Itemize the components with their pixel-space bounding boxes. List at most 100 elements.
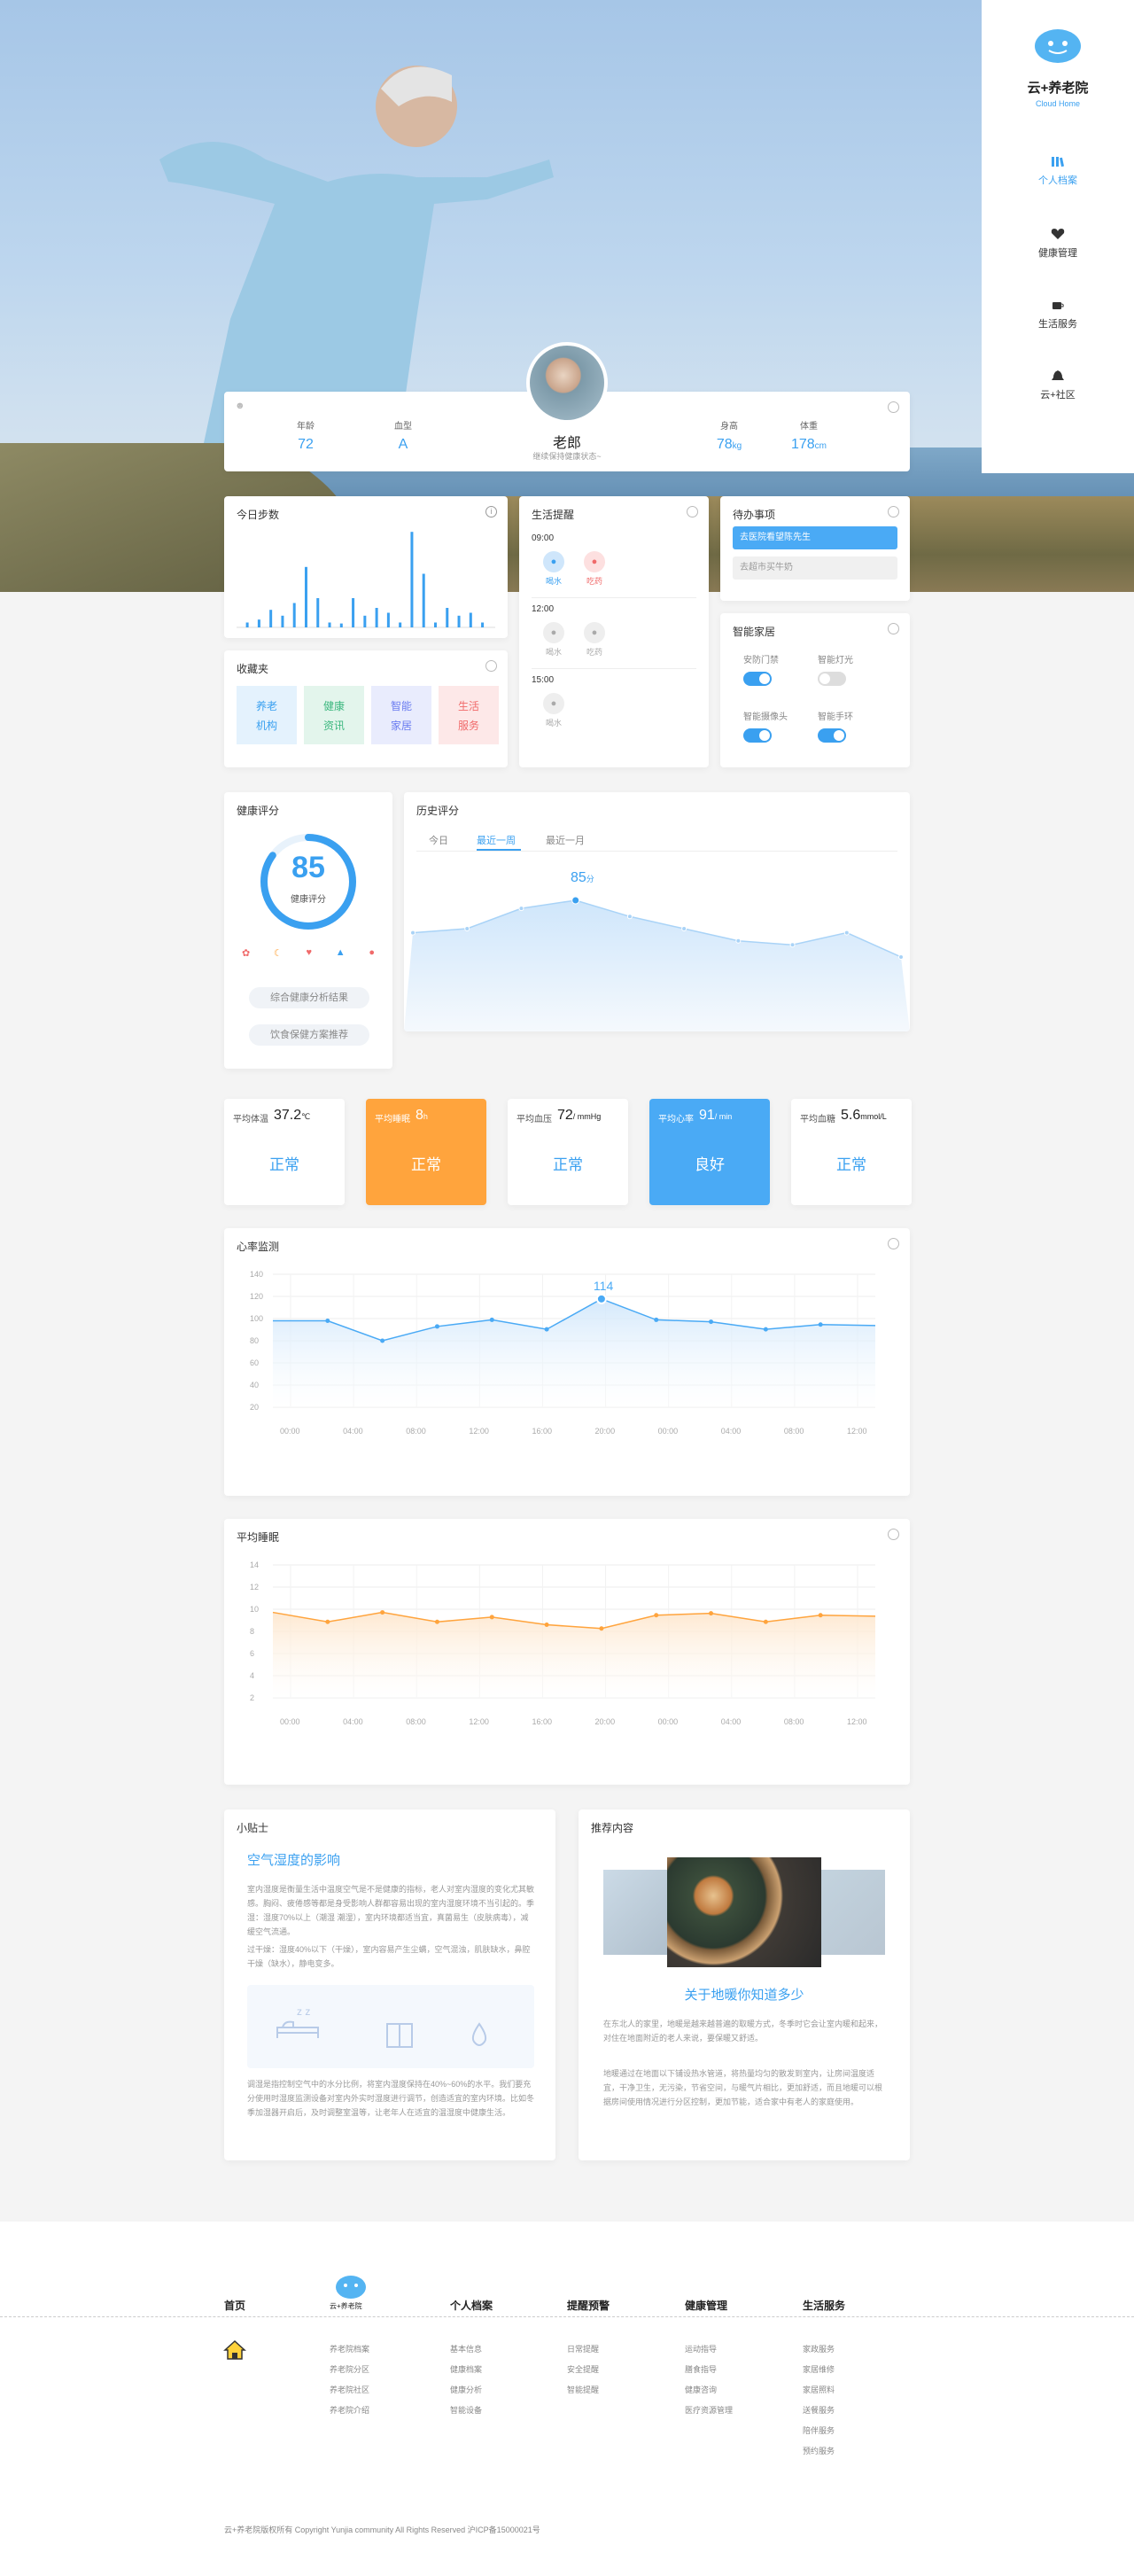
footer-link[interactable]: 家居维修 xyxy=(803,2360,835,2380)
stat-status: 正常 xyxy=(269,1156,299,1173)
footer-link[interactable]: 家政服务 xyxy=(803,2339,835,2360)
health-analysis-link[interactable]: 综合健康分析结果 xyxy=(249,987,369,1008)
stat-status: 正常 xyxy=(411,1156,441,1173)
footer-link[interactable]: 陪伴服务 xyxy=(803,2421,835,2441)
tab-last-week[interactable]: 最近一周 xyxy=(477,833,516,847)
footer-link[interactable]: 养老院介绍 xyxy=(330,2401,369,2421)
favorite-tile[interactable]: 健康 资讯 xyxy=(304,686,364,744)
footer-col-title[interactable]: 个人档案 xyxy=(450,2298,493,2313)
step-bar xyxy=(457,615,461,627)
footer-link[interactable]: 预约服务 xyxy=(803,2441,835,2462)
history-point xyxy=(789,942,796,948)
footer-link[interactable]: 养老院分区 xyxy=(330,2360,369,2380)
footer-link[interactable]: 家居照料 xyxy=(803,2380,835,2401)
reminder-label: 吃药 xyxy=(586,648,602,657)
recommend-heading: 关于地暖你知道多少 xyxy=(684,1988,804,2003)
settings-icon[interactable] xyxy=(485,660,497,672)
footer-col-title[interactable]: 生活服务 xyxy=(803,2298,845,2313)
footer-link[interactable]: 健康咨询 xyxy=(685,2380,733,2401)
settings-icon[interactable] xyxy=(888,1529,899,1540)
nav-community[interactable]: 云+社区 xyxy=(982,370,1134,401)
avatar[interactable] xyxy=(526,342,608,424)
footer-col-home[interactable]: 首页 xyxy=(224,2298,245,2313)
nav-personal-profile[interactable]: 个人档案 xyxy=(982,155,1134,187)
stat-tile[interactable]: 平均心率 91/ min 良好 xyxy=(649,1099,770,1205)
exercise-icon: ▲ xyxy=(335,947,346,958)
footer-link[interactable]: 健康分析 xyxy=(450,2380,482,2401)
tab-today[interactable]: 今日 xyxy=(429,833,448,847)
settings-icon[interactable] xyxy=(888,506,899,518)
todo-item[interactable]: 去医院看望陈先生 xyxy=(733,526,897,549)
footer-link[interactable]: 健康档案 xyxy=(450,2360,482,2380)
footer-link[interactable]: 安全提醒 xyxy=(567,2360,599,2380)
footer-link[interactable]: 送餐服务 xyxy=(803,2401,835,2421)
stat-value-row: 91/ min xyxy=(699,1108,732,1124)
footer-link[interactable]: 医疗资源管理 xyxy=(685,2401,733,2421)
nav-health[interactable]: 健康管理 xyxy=(982,228,1134,260)
footer-link[interactable]: 智能设备 xyxy=(450,2401,482,2421)
todo-item[interactable]: 去超市买牛奶 xyxy=(733,556,897,580)
stat-tile[interactable]: 平均血糖 5.6mmol/L 正常 xyxy=(791,1099,912,1205)
reminder-item[interactable]: ● 喝水 xyxy=(542,693,565,728)
switch-toggle[interactable] xyxy=(743,672,772,686)
footer-link[interactable]: 智能提醒 xyxy=(567,2380,599,2401)
footer-link[interactable]: 膳食指导 xyxy=(685,2360,733,2380)
settings-icon[interactable] xyxy=(888,1238,899,1249)
field-unit: kg xyxy=(732,441,742,451)
reminder-item[interactable]: ● 喝水 xyxy=(542,622,565,658)
favorite-tile[interactable]: 生活 服务 xyxy=(439,686,499,744)
stat-unit: ℃ xyxy=(301,1112,311,1121)
switch-toggle[interactable] xyxy=(743,728,772,743)
stat-tile[interactable]: 平均血压 72/ mmHg 正常 xyxy=(508,1099,628,1205)
stat-tile[interactable]: 平均睡眠 8h 正常 xyxy=(366,1099,486,1205)
carousel-next-image[interactable] xyxy=(819,1870,885,1955)
y-tick-label: 20 xyxy=(250,1403,259,1412)
footer-link[interactable]: 运动指导 xyxy=(685,2339,733,2360)
diet-plan-link[interactable]: 饮食保健方案推荐 xyxy=(249,1024,369,1046)
score-value: 85 xyxy=(291,851,325,884)
favorite-tile[interactable]: 养老 机构 xyxy=(237,686,297,744)
x-tick-label: 16:00 xyxy=(532,1427,552,1436)
profile-field-weight: 体重 178cm xyxy=(766,418,851,453)
footer-col-title[interactable]: 健康管理 xyxy=(685,2298,727,2313)
history-point xyxy=(518,906,524,912)
info-icon[interactable]: i xyxy=(485,506,497,518)
switch-label: 智能手环 xyxy=(818,712,853,722)
settings-icon[interactable] xyxy=(888,401,899,413)
y-tick-label: 10 xyxy=(250,1605,259,1614)
nav-life-service[interactable]: 生活服务 xyxy=(982,299,1134,331)
carousel-main-image[interactable] xyxy=(667,1857,821,1967)
stat-status: 正常 xyxy=(836,1156,866,1173)
favorite-tile[interactable]: 智能 家居 xyxy=(371,686,431,744)
sidebar: 云+养老院 Cloud Home 个人档案 健康管理 生活服务 云+社区 xyxy=(982,0,1134,473)
footer-link[interactable]: 养老院社区 xyxy=(330,2380,369,2401)
step-bar xyxy=(446,608,449,627)
x-tick-label: 00:00 xyxy=(658,1717,679,1726)
footer-link[interactable]: 养老院档案 xyxy=(330,2339,369,2360)
home-icon[interactable] xyxy=(223,2339,246,2361)
settings-icon[interactable] xyxy=(687,506,698,518)
settings-icon[interactable] xyxy=(888,623,899,634)
reminder-item[interactable]: ● 吃药 xyxy=(583,622,606,658)
history-point xyxy=(681,926,687,931)
footer-col-title[interactable]: 提醒预警 xyxy=(567,2298,610,2313)
footer-link[interactable]: 日常提醒 xyxy=(567,2339,599,2360)
reminder-item[interactable]: ● 吃药 xyxy=(583,551,606,587)
profile-icon xyxy=(1052,157,1064,167)
tab-last-month[interactable]: 最近一月 xyxy=(546,833,585,847)
switch-label: 智能灯光 xyxy=(818,656,853,665)
humidity-illustration: z z xyxy=(247,1985,534,2068)
tile-line: 服务 xyxy=(457,720,479,732)
footer-link[interactable]: 基本信息 xyxy=(450,2339,482,2360)
card-title: 心率监测 xyxy=(237,1241,280,1253)
stat-tile[interactable]: 平均体温 37.2℃ 正常 xyxy=(224,1099,345,1205)
card-title: 生活提醒 xyxy=(532,509,575,521)
step-bar xyxy=(352,598,355,627)
reminder-item[interactable]: ● 喝水 xyxy=(542,551,565,587)
field-value: 78 xyxy=(716,437,733,452)
heart-rate-icon: ♥ xyxy=(306,947,313,958)
step-bar xyxy=(481,622,485,627)
switch-toggle[interactable] xyxy=(818,728,846,743)
carousel-prev-image[interactable] xyxy=(603,1870,669,1955)
switch-toggle[interactable] xyxy=(818,672,846,686)
